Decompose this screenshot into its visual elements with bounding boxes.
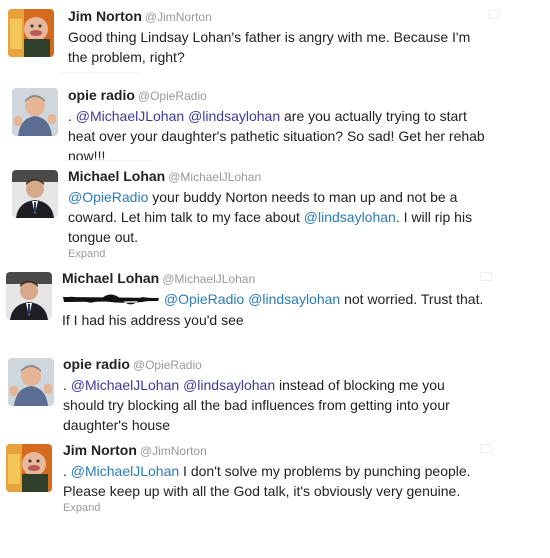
- tweet-author-handle[interactable]: @MichaelJLohan: [168, 170, 261, 184]
- divider: [64, 160, 154, 161]
- tweet-prefix: .: [63, 377, 71, 393]
- tweet-text: . @MichaelJLohan I don't solve my proble…: [63, 461, 493, 501]
- expand-link[interactable]: Expand: [68, 248, 488, 260]
- tweet-author-name[interactable]: Michael Lohan: [62, 270, 159, 286]
- tweet-jim-norton-2: Jim Norton @JimNorton . @MichaelJLohan I …: [0, 438, 550, 538]
- mention-link[interactable]: @lindsaylohan: [304, 209, 396, 225]
- tweet-author-name[interactable]: opie radio: [63, 356, 130, 372]
- tweet-author-name[interactable]: Jim Norton: [68, 8, 142, 24]
- reply-icon[interactable]: [488, 10, 500, 19]
- tweet-michael-lohan-2: Michael Lohan @MichaelJLohan @OpieRadio @…: [0, 264, 550, 348]
- tweet-michael-lohan-1: Michael Lohan @MichaelJLohan @OpieRadio y…: [0, 164, 550, 264]
- redaction-scribble: [62, 290, 160, 310]
- tweet-text: . @MichaelJLohan @lindsaylohan instead o…: [63, 375, 483, 435]
- avatar-opie-radio-icon[interactable]: [8, 358, 54, 406]
- tweet-author-handle[interactable]: @OpieRadio: [138, 89, 207, 103]
- tweet-author-handle[interactable]: @JimNorton: [145, 10, 212, 24]
- tweet-author-name[interactable]: Jim Norton: [63, 442, 137, 458]
- tweet-text: @OpieRadio your buddy Norton needs to ma…: [68, 187, 488, 247]
- mention-link[interactable]: @MichaelJLohan: [76, 108, 184, 124]
- avatar-jim-norton-icon[interactable]: [8, 9, 54, 57]
- tweet-author-name[interactable]: Michael Lohan: [68, 168, 165, 184]
- tweet-prefix: .: [68, 108, 76, 124]
- tweet-opie-radio-2: opie radio @OpieRadio . @MichaelJLohan @l…: [0, 348, 550, 438]
- reply-icon[interactable]: [480, 444, 492, 453]
- tweet-jim-norton-1: Jim Norton @JimNorton Good thing Lindsay …: [0, 0, 550, 80]
- tweet-author-name[interactable]: opie radio: [68, 87, 135, 103]
- avatar-jim-norton-icon[interactable]: [6, 444, 52, 492]
- mention-link[interactable]: @MichaelJLohan: [71, 377, 179, 393]
- tweet-text: Good thing Lindsay Lohan's father is ang…: [68, 29, 471, 65]
- avatar-michael-lohan-icon[interactable]: [6, 272, 52, 320]
- tweet-text: . @MichaelJLohan @lindsaylohan are you a…: [68, 106, 488, 166]
- mention-link[interactable]: @lindsaylohan: [183, 377, 275, 393]
- reply-icon[interactable]: [480, 272, 492, 281]
- expand-link[interactable]: Expand: [63, 502, 493, 514]
- mention-link[interactable]: @OpieRadio: [164, 291, 244, 307]
- tweet-prefix: .: [63, 463, 71, 479]
- tweet-author-handle[interactable]: @OpieRadio: [133, 358, 202, 372]
- mention-link[interactable]: @MichaelJLohan: [71, 463, 179, 479]
- tweet-author-handle[interactable]: @MichaelJLohan: [162, 272, 255, 286]
- avatar-opie-radio-icon[interactable]: [12, 88, 58, 136]
- mention-link[interactable]: @OpieRadio: [68, 189, 148, 205]
- mention-link[interactable]: @lindsaylohan: [248, 291, 340, 307]
- tweet-body: If I had his address you'd see: [62, 312, 244, 329]
- avatar-michael-lohan-icon[interactable]: [12, 170, 58, 218]
- mention-link[interactable]: @lindsaylohan: [188, 108, 280, 124]
- tweet-opie-radio-1: opie radio @OpieRadio . @MichaelJLohan @l…: [0, 80, 550, 164]
- divider: [60, 72, 140, 73]
- tweet-text: @OpieRadio @lindsaylohan not worried. Tr…: [62, 289, 492, 330]
- tweet-body: not worried. Trust that.: [340, 291, 484, 307]
- tweet-author-handle[interactable]: @JimNorton: [140, 444, 207, 458]
